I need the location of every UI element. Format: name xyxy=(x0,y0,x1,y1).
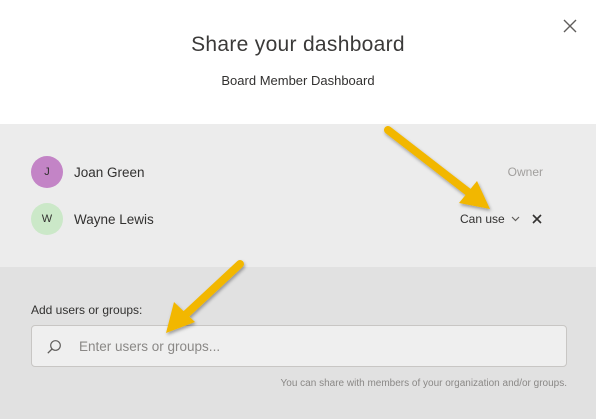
close-icon xyxy=(563,19,577,33)
member-name: Wayne Lewis xyxy=(74,211,154,227)
avatar: W xyxy=(31,203,63,235)
remove-member-button[interactable] xyxy=(530,212,544,226)
permission-value: Can use xyxy=(460,212,505,226)
member-row-joan-green: J Joan Green Owner xyxy=(0,155,596,189)
add-users-search[interactable] xyxy=(31,325,567,367)
chevron-down-icon xyxy=(511,216,520,222)
helper-text: You can share with members of your organ… xyxy=(280,378,567,389)
search-icon xyxy=(47,340,61,354)
share-dialog: Share your dashboard Board Member Dashbo… xyxy=(0,0,596,419)
dialog-title: Share your dashboard xyxy=(191,33,405,56)
add-users-label: Add users or groups: xyxy=(31,303,143,317)
dashboard-name: Board Member Dashboard xyxy=(221,73,375,88)
member-name: Joan Green xyxy=(74,164,145,180)
owner-label: Owner xyxy=(507,165,543,179)
avatar: J xyxy=(31,156,63,188)
permission-dropdown[interactable]: Can use xyxy=(460,212,520,226)
dialog-header: Share your dashboard Board Member Dashbo… xyxy=(0,0,596,124)
member-row-wayne-lewis: W Wayne Lewis Can use xyxy=(0,202,596,236)
add-users-section: Add users or groups: You can share with … xyxy=(0,267,596,419)
members-list: J Joan Green Owner W Wayne Lewis Can use xyxy=(0,124,596,267)
add-users-input[interactable] xyxy=(79,334,549,358)
close-icon xyxy=(532,214,542,224)
